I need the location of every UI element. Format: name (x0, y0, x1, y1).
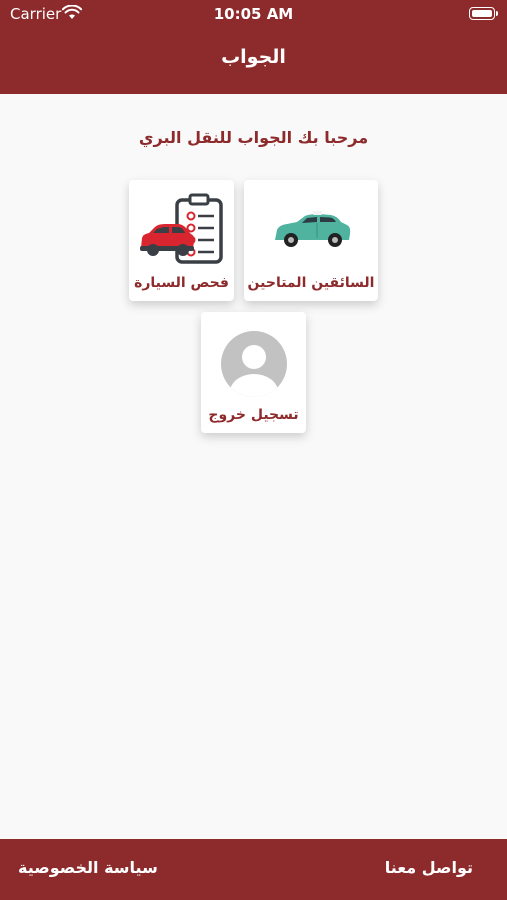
logout-card[interactable]: تسجيل خروج (201, 312, 306, 433)
privacy-policy-link[interactable]: سياسة الخصوصية (18, 858, 158, 877)
car-inspection-checklist-icon (129, 192, 234, 268)
car-inspection-label: فحص السيارة (134, 275, 229, 291)
available-drivers-card[interactable]: السائقين المتاحين (244, 180, 378, 301)
car-inspection-card[interactable]: فحص السيارة (129, 180, 234, 301)
user-avatar-icon (201, 324, 306, 398)
battery-icon (469, 7, 498, 20)
welcome-text: مرحبا بك الجواب للنقل البري (138, 128, 369, 147)
contact-us-link[interactable]: تواصل معنا (385, 858, 473, 877)
logout-label: تسجيل خروج (208, 407, 299, 423)
bottom-bar: سياسة الخصوصية تواصل معنا (0, 839, 507, 900)
taxi-car-icon (244, 192, 378, 268)
status-bar: Carrier 10:05 AM (0, 0, 507, 30)
page-title: الجواب (221, 46, 286, 68)
top-bar: Carrier 10:05 AM الجواب (0, 0, 507, 94)
clock: 10:05 AM (213, 5, 294, 23)
available-drivers-label: السائقين المتاحين (247, 275, 375, 291)
main-content: مرحبا بك الجواب للنقل البري السائقين الم… (0, 94, 507, 839)
